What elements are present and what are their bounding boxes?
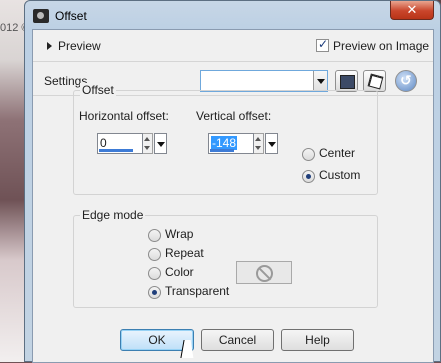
preview-on-image-label[interactable]: Preview on Image [333, 39, 429, 53]
offset-group: Offset Horizontal offset: 0 Vertical off… [73, 83, 378, 195]
save-icon[interactable] [335, 70, 358, 92]
spin-down-icon[interactable] [144, 146, 150, 150]
dialog-body: Preview Preview on Image Settings [32, 29, 434, 363]
offset-dialog: Offset ✕ Preview Preview on Image Settin… [24, 0, 441, 363]
horizontal-offset-label: Horizontal offset: [79, 109, 169, 123]
chevron-down-icon[interactable] [313, 71, 327, 91]
preview-on-image-checkbox[interactable] [316, 37, 329, 52]
edge-wrap-label[interactable]: Wrap [165, 227, 193, 241]
edge-color-radio[interactable] [148, 267, 161, 280]
app-icon [33, 9, 49, 23]
help-button[interactable]: Help [281, 329, 354, 351]
edge-wrap-radio[interactable] [148, 229, 161, 242]
spin-down-icon[interactable] [255, 146, 261, 150]
edge-transparent-radio[interactable] [148, 286, 161, 299]
window-title: Offset [55, 9, 87, 23]
spin-up-icon[interactable] [255, 137, 261, 141]
title-bar[interactable]: Offset ✕ [25, 1, 440, 29]
edge-color-swatch[interactable] [236, 261, 292, 284]
vertical-offset-dropdown[interactable] [265, 133, 278, 154]
vertical-offset-label: Vertical offset: [196, 109, 272, 123]
edge-repeat-radio[interactable] [148, 248, 161, 261]
vertical-offset-input[interactable]: -148 [208, 133, 254, 154]
expand-preview-icon[interactable] [47, 42, 52, 50]
edge-color-label[interactable]: Color [165, 265, 194, 279]
offset-custom-radio[interactable] [302, 170, 315, 183]
vertical-offset-stepper[interactable]: -148 [208, 133, 278, 155]
horizontal-offset-stepper[interactable]: 0 [97, 133, 167, 155]
edge-mode-group: Edge mode Wrap Repeat Color Transparent [73, 208, 378, 308]
edge-mode-group-title: Edge mode [80, 208, 146, 222]
horizontal-offset-slider-bar[interactable] [99, 149, 133, 152]
close-button[interactable]: ✕ [390, 1, 434, 20]
preview-label[interactable]: Preview [58, 39, 101, 53]
no-entry-icon [256, 265, 273, 282]
spin-up-icon[interactable] [144, 137, 150, 141]
preview-row: Preview Preview on Image [33, 30, 433, 62]
horizontal-offset-spin-arrows[interactable] [143, 133, 153, 154]
horizontal-offset-dropdown[interactable] [154, 133, 167, 154]
edge-transparent-label[interactable]: Transparent [165, 284, 229, 298]
edge-repeat-label[interactable]: Repeat [165, 246, 204, 260]
horizontal-offset-value: 0 [100, 136, 107, 150]
offset-center-radio[interactable] [302, 148, 315, 161]
vertical-offset-slider-bar[interactable] [210, 149, 234, 152]
randomize-dice-icon[interactable] [363, 70, 386, 92]
offset-center-label[interactable]: Center [319, 146, 355, 160]
vertical-offset-value: -148 [211, 136, 238, 150]
vertical-offset-spin-arrows[interactable] [254, 133, 264, 154]
offset-group-title: Offset [80, 83, 116, 97]
offset-custom-label[interactable]: Custom [319, 168, 360, 182]
horizontal-offset-input[interactable]: 0 [97, 133, 143, 154]
settings-dropdown[interactable] [200, 70, 328, 92]
reset-icon[interactable] [395, 70, 417, 92]
cancel-button[interactable]: Cancel [201, 329, 274, 351]
